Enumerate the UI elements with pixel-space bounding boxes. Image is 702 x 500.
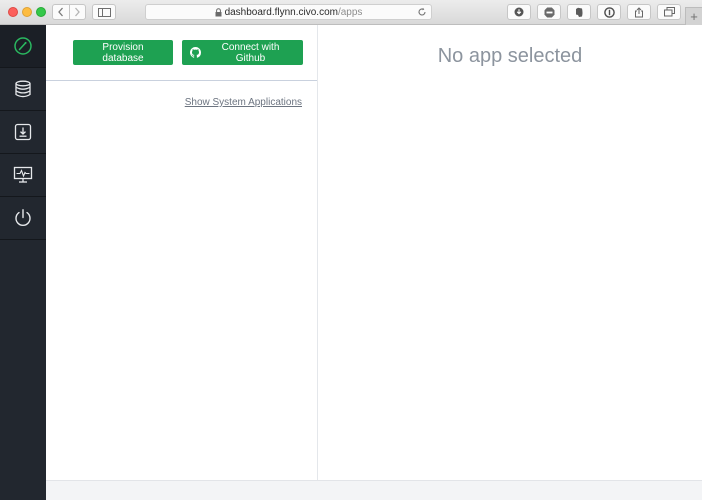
browser-toolbar: dashboard.flynn.civo.com/apps + [0, 0, 702, 25]
github-icon [190, 47, 201, 58]
close-window-button[interactable] [8, 7, 18, 17]
password-manager-button[interactable] [597, 4, 621, 20]
tabs-icon [663, 7, 675, 17]
show-system-applications-link[interactable]: Show System Applications [185, 97, 302, 108]
download-icon [14, 123, 32, 141]
sidebar-item-dashboard[interactable] [0, 25, 46, 68]
sidebar-item-logout[interactable] [0, 197, 46, 240]
evernote-icon [576, 7, 583, 17]
apps-list-pane: Provision database Connect with Github S… [46, 25, 318, 480]
share-icon [635, 6, 643, 17]
connect-github-label: Connect with Github [221, 41, 280, 64]
provision-database-button[interactable]: Provision database [73, 40, 173, 65]
sidebar-toggle-button[interactable] [92, 4, 116, 20]
back-forward-group [52, 4, 86, 20]
footer-bar [46, 480, 702, 500]
reload-icon[interactable] [417, 7, 427, 17]
dashboard-gauge-icon [14, 37, 32, 55]
1password-icon [603, 6, 615, 18]
connect-github-button[interactable]: Connect with Github [182, 40, 303, 65]
power-icon [15, 209, 31, 226]
database-icon [15, 80, 31, 98]
minimize-window-button[interactable] [22, 7, 32, 17]
app-detail-pane: No app selected [318, 25, 702, 480]
forward-button[interactable] [68, 5, 86, 19]
address-bar[interactable]: dashboard.flynn.civo.com/apps [145, 4, 432, 20]
download-arrow-icon [514, 7, 524, 17]
back-button[interactable] [53, 5, 69, 19]
evernote-button[interactable] [567, 4, 591, 20]
sidebar-item-install[interactable] [0, 111, 46, 154]
share-button[interactable] [627, 4, 651, 20]
sidebar-item-databases[interactable] [0, 68, 46, 111]
downloads-button[interactable] [507, 4, 531, 20]
empty-state-title: No app selected [437, 45, 583, 67]
chevron-left-icon [57, 7, 63, 17]
zoom-window-button[interactable] [36, 7, 46, 17]
chevron-right-icon [75, 7, 81, 17]
pane-divider [46, 80, 317, 81]
lock-icon [215, 7, 222, 17]
url-path: /apps [337, 6, 363, 18]
tabs-overview-button[interactable] [657, 4, 681, 20]
adblock-icon [544, 7, 554, 17]
url-host: dashboard.flynn.civo.com [224, 6, 338, 18]
sidebar-item-monitoring[interactable] [0, 154, 46, 197]
new-tab-button[interactable]: + [685, 7, 702, 25]
sidebar-icon [97, 7, 111, 17]
app-sidebar [0, 25, 46, 500]
monitor-icon [13, 166, 33, 183]
adblock-button[interactable] [537, 4, 561, 20]
